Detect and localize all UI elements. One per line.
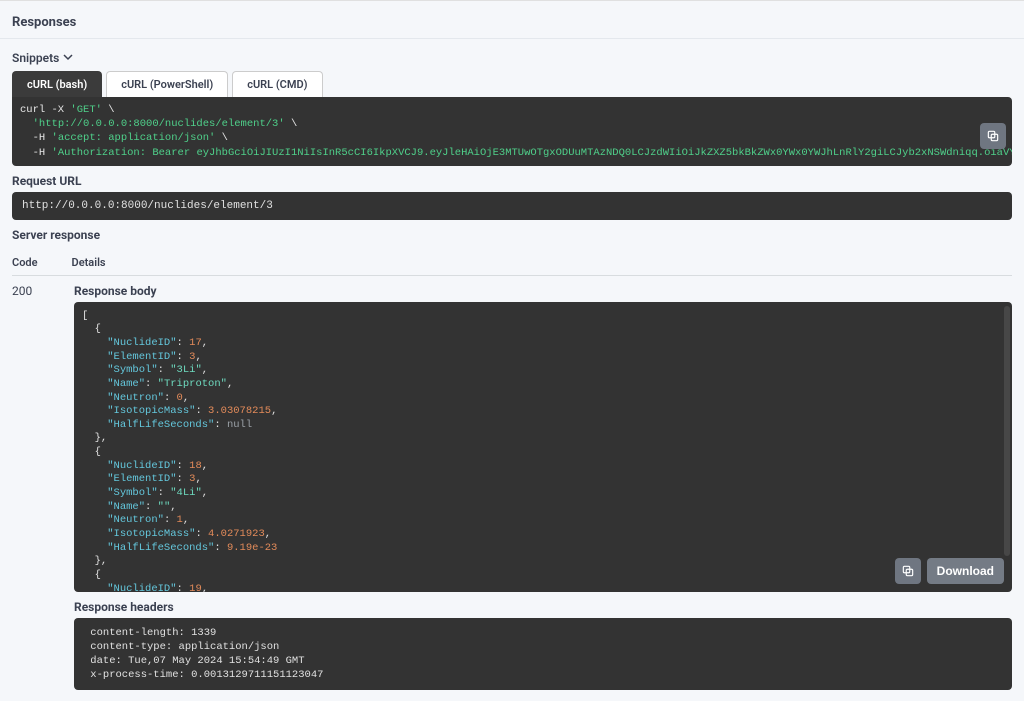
- snippets-label: Snippets: [12, 51, 59, 65]
- request-url-value: http://0.0.0.0:8000/nuclides/element/3: [12, 192, 1012, 220]
- curl-text: \: [285, 118, 298, 130]
- status-code: 200: [12, 284, 74, 701]
- chevron-down-icon: [63, 51, 73, 65]
- curl-header-auth: 'Authorization: Bearer eyJhbGciOiJIUzI1N…: [52, 147, 1012, 159]
- response-table-header: Code Details: [12, 248, 1012, 276]
- download-button[interactable]: Download: [927, 558, 1004, 584]
- tab-curl-bash[interactable]: cURL (bash): [12, 71, 102, 97]
- response-json: [ { "NuclideID": 17, "ElementID": 3, "Sy…: [82, 310, 1004, 592]
- curl-text: \: [102, 104, 115, 116]
- curl-header-accept: 'accept: application/json': [52, 132, 216, 144]
- response-body-block[interactable]: [ { "NuclideID": 17, "ElementID": 3, "Sy…: [74, 302, 1012, 592]
- tab-curl-cmd[interactable]: cURL (CMD): [232, 71, 322, 97]
- response-headers-block: content-length: 1339 content-type: appli…: [74, 618, 1012, 691]
- responses-heading: Responses: [12, 1, 1012, 38]
- server-response-label: Server response: [12, 228, 1012, 242]
- snippet-tabs: cURL (bash) cURL (PowerShell) cURL (CMD): [12, 71, 1012, 97]
- copy-icon[interactable]: [895, 558, 921, 584]
- response-headers-label: Response headers: [74, 600, 1012, 614]
- curl-method: 'GET': [70, 104, 102, 116]
- divider: [0, 38, 1024, 39]
- copy-icon[interactable]: [980, 123, 1006, 149]
- scrollbar[interactable]: [1004, 306, 1010, 556]
- curl-text: \: [215, 132, 228, 144]
- curl-text: -H: [20, 132, 52, 144]
- curl-snippet-block: curl -X 'GET' \ 'http://0.0.0.0:8000/nuc…: [12, 97, 1012, 166]
- curl-text: -H: [20, 147, 52, 159]
- snippets-toggle[interactable]: Snippets: [12, 51, 73, 65]
- curl-text: curl -X: [20, 104, 70, 116]
- col-details: Details: [72, 256, 106, 269]
- request-url-label: Request URL: [12, 174, 1012, 188]
- col-code: Code: [12, 256, 38, 269]
- response-body-label: Response body: [74, 284, 1012, 298]
- curl-text: [20, 118, 33, 130]
- curl-url: 'http://0.0.0.0:8000/nuclides/element/3': [33, 118, 285, 130]
- tab-curl-powershell[interactable]: cURL (PowerShell): [106, 71, 228, 97]
